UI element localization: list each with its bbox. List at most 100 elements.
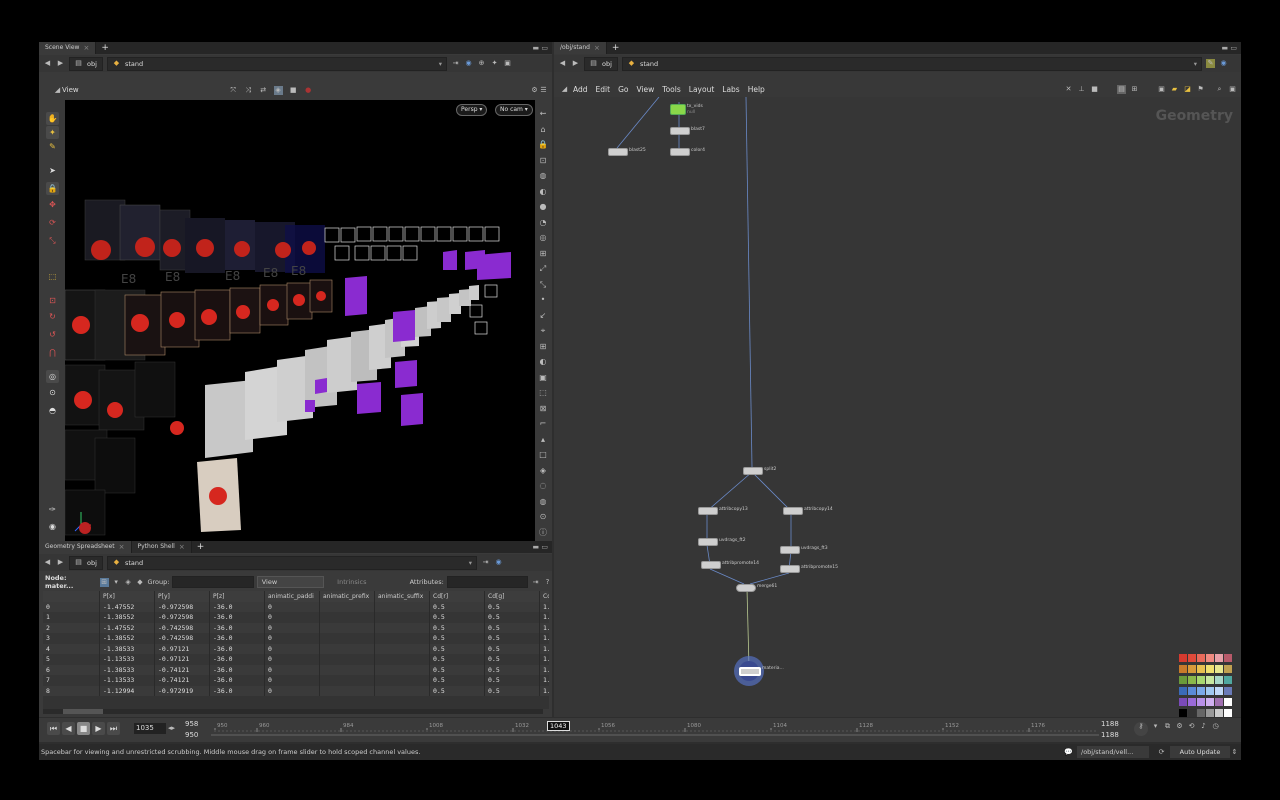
column-header[interactable]: Cd[r] — [429, 591, 485, 602]
table-row[interactable]: 2-1.47552-0.742598-36.000.50.51.0 — [43, 622, 549, 633]
refresh-icon[interactable]: ⟲ — [1187, 722, 1196, 731]
table-row[interactable]: 7-1.13533-0.74121-36.000.50.51.0 — [43, 675, 549, 686]
table-cell[interactable] — [374, 685, 430, 696]
range-start-bottom[interactable]: 950 — [185, 731, 198, 739]
filter-icon[interactable]: ▾ — [112, 578, 121, 587]
table-cell[interactable]: 0.5 — [429, 633, 485, 644]
menu-icon[interactable]: ☰ — [539, 86, 548, 95]
table-cell[interactable]: 1.0 — [539, 685, 549, 696]
node-blast7[interactable] — [670, 127, 690, 135]
table-cell[interactable] — [319, 643, 375, 654]
snap-icon-1[interactable]: ⤧ — [229, 86, 238, 95]
add-tab-icon[interactable]: + — [96, 43, 114, 53]
node-uvdrags-ft3[interactable] — [780, 546, 800, 554]
tool-loop2-icon[interactable]: ↺ — [46, 328, 59, 341]
stop-button[interactable]: ■ — [77, 722, 90, 735]
path-obj[interactable]: ▤ obj — [69, 56, 103, 71]
tile-view-icon[interactable]: ⊞ — [1130, 85, 1139, 94]
color-swatch[interactable] — [1197, 665, 1205, 673]
node-split2[interactable] — [743, 467, 763, 475]
tab-close-icon[interactable]: × — [119, 541, 125, 553]
dropdown-chevron-icon[interactable]: ▾ — [1194, 60, 1197, 68]
record-icon[interactable]: ● — [304, 86, 313, 95]
display-option-icons[interactable]: ⇜⌂🔒⊡◍◐●◔◎⊞⤢⤡•↙⌖⊞◐▣⬚⊠⌐▴□◈◌◍⊙ⓘ◎ — [537, 106, 549, 556]
table-cell[interactable]: 8 — [43, 685, 100, 696]
color-swatch[interactable] — [1215, 709, 1223, 717]
add-tab-icon[interactable]: + — [607, 43, 625, 53]
table-cell[interactable]: -1.12994 — [99, 685, 155, 696]
table-cell[interactable]: -36.0 — [209, 654, 265, 665]
table-cell[interactable]: 0.5 — [484, 654, 540, 665]
pin-icon[interactable]: ⇥ — [481, 558, 490, 567]
table-row[interactable]: 3-1.38552-0.742598-36.000.50.51.0 — [43, 633, 549, 644]
node-blast25[interactable] — [608, 148, 628, 156]
table-cell[interactable]: 5 — [43, 654, 100, 665]
color-swatch[interactable] — [1215, 698, 1223, 706]
menu-help[interactable]: Help — [744, 85, 769, 94]
color-swatch[interactable] — [1206, 665, 1214, 673]
color-swatch[interactable] — [1224, 709, 1232, 717]
pane-menu-icon[interactable]: ▬ ▭ — [1222, 44, 1241, 52]
select-mode-icon[interactable]: ◈ — [273, 85, 283, 95]
table-cell[interactable]: -0.74121 — [154, 664, 210, 675]
menu-add[interactable]: Add — [569, 85, 592, 94]
zoom-icon[interactable]: ⊕ — [477, 59, 486, 68]
pin-icon-2[interactable]: ⇥ — [531, 578, 540, 587]
color-swatch[interactable] — [1179, 665, 1187, 673]
table-cell[interactable]: 0.5 — [484, 685, 540, 696]
color-swatch[interactable] — [1206, 654, 1214, 662]
display-options-icon[interactable]: ⚙ — [530, 86, 539, 95]
color-swatch[interactable] — [1197, 709, 1205, 717]
status-path[interactable]: /obj/stand/vell... — [1077, 746, 1149, 758]
node-merge61[interactable] — [736, 584, 756, 592]
table-cell[interactable]: 0.5 — [429, 643, 485, 654]
menu-layout[interactable]: Layout — [685, 85, 719, 94]
key-icon[interactable]: ⚷ — [1134, 722, 1148, 736]
tool-camera-icon[interactable]: ◉ — [46, 520, 59, 533]
key-menu-icon[interactable]: ▾ — [1151, 722, 1160, 731]
table-cell[interactable]: 0 — [264, 622, 320, 633]
path-node[interactable]: ◆ stand ▾ — [107, 56, 447, 71]
dropdown-chevron-icon[interactable]: ▾ — [469, 559, 472, 567]
table-cell[interactable]: 0.5 — [484, 643, 540, 654]
prim-icon[interactable]: ◆ — [136, 578, 145, 587]
node-attribpromote14[interactable] — [701, 561, 721, 569]
table-cell[interactable]: -1.38552 — [99, 612, 155, 623]
zoom-search-icon[interactable]: ⌕ — [1215, 85, 1224, 94]
copy-icon[interactable]: ⧉ — [1163, 722, 1172, 731]
table-cell[interactable]: -1.38533 — [99, 643, 155, 654]
color-swatch[interactable] — [1197, 698, 1205, 706]
color-swatch[interactable] — [1197, 654, 1205, 662]
color-swatch[interactable] — [1197, 676, 1205, 684]
menu-edit[interactable]: Edit — [592, 85, 615, 94]
table-cell[interactable]: 7 — [43, 675, 100, 686]
table-cell[interactable]: -1.38533 — [99, 664, 155, 675]
tool-move-icon[interactable]: ✥ — [46, 198, 59, 211]
auto-update-dropdown[interactable]: Auto Update — [1170, 746, 1230, 758]
table-cell[interactable]: 3 — [43, 633, 100, 644]
table-cell[interactable]: -0.742598 — [154, 622, 210, 633]
node-uvdrags-ft2[interactable] — [698, 538, 718, 546]
color-swatch[interactable] — [1188, 654, 1196, 662]
table-cell[interactable]: 0 — [264, 612, 320, 623]
tab-geometry-spreadsheet[interactable]: Geometry Spreadsheet × — [39, 541, 132, 553]
node-attribcopy14[interactable] — [783, 507, 803, 515]
tool-snap-icon[interactable]: ⊡ — [46, 294, 59, 307]
pin-icon[interactable]: ✎ — [1206, 59, 1215, 68]
table-cell[interactable]: 0.5 — [429, 675, 485, 686]
table-row[interactable]: 5-1.13533-0.97121-36.000.50.51.0 — [43, 654, 549, 665]
update-refresh-icon[interactable]: ⟳ — [1157, 748, 1166, 757]
node-material[interactable] — [739, 667, 761, 676]
tool-paint-icon[interactable]: ✑ — [46, 503, 59, 516]
table-cell[interactable]: -1.47552 — [99, 601, 155, 612]
table-row[interactable]: 1-1.38552-0.972598-36.000.50.51.0 — [43, 612, 549, 623]
tab-close-icon[interactable]: × — [83, 42, 89, 54]
table-cell[interactable]: 0.5 — [429, 685, 485, 696]
menu-tools[interactable]: Tools — [658, 85, 684, 94]
column-header[interactable]: P[z] — [209, 591, 265, 602]
table-cell[interactable] — [374, 664, 430, 675]
table-cell[interactable] — [374, 633, 430, 644]
snap-icon-2[interactable]: ⤨ — [244, 86, 253, 95]
globe-icon[interactable]: ◉ — [464, 59, 473, 68]
tool-sphere-icon[interactable]: ◓ — [46, 404, 59, 417]
